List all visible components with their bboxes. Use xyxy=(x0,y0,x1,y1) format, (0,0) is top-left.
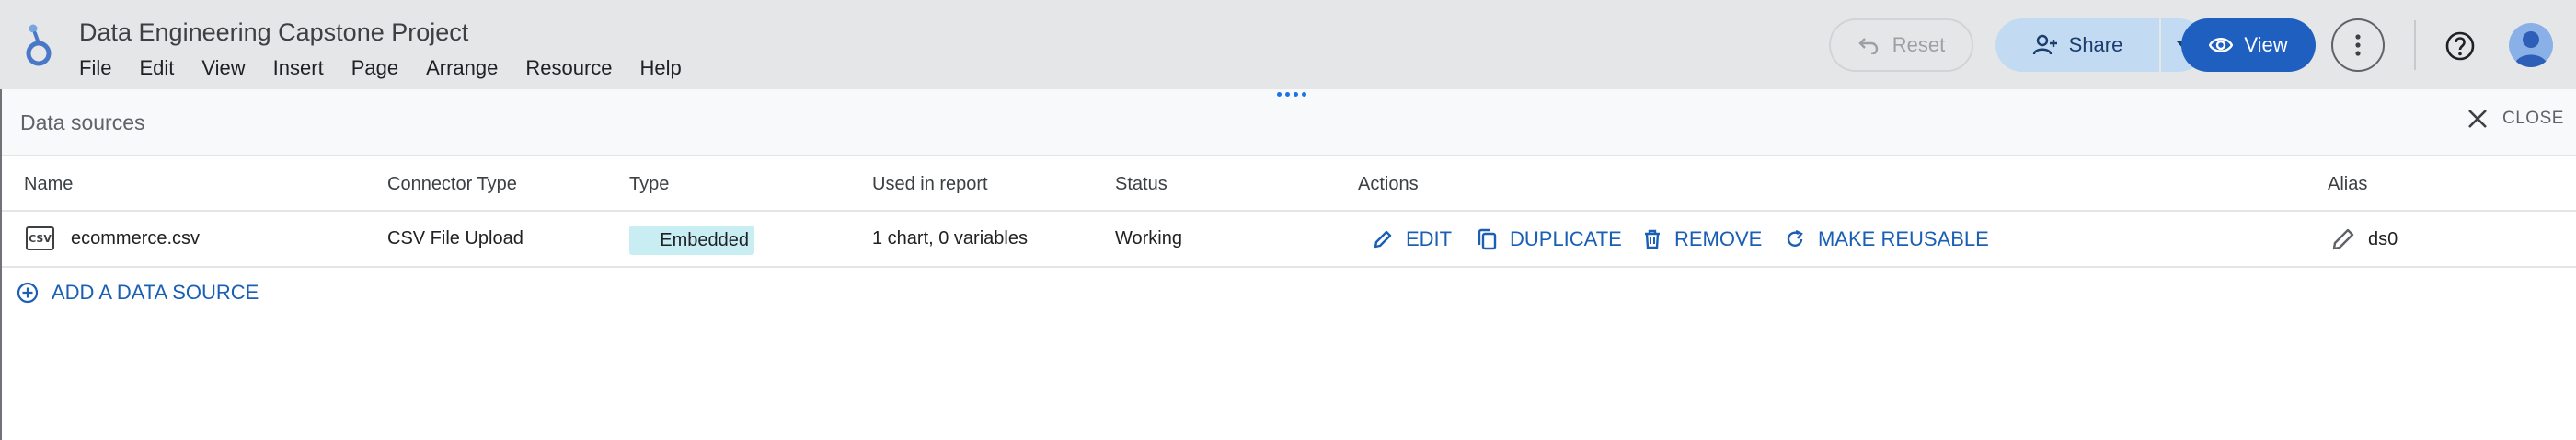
menu-view[interactable]: View xyxy=(201,56,259,80)
document-title[interactable]: Data Engineering Capstone Project xyxy=(79,18,468,47)
close-button[interactable]: CLOSE xyxy=(2467,109,2564,129)
table-row: CSV ecommerce.csv CSV File Upload Embedd… xyxy=(0,212,2576,268)
column-header-status[interactable]: Status xyxy=(1115,174,1167,195)
column-header-alias[interactable]: Alias xyxy=(2328,174,2367,195)
edit-label: EDIT xyxy=(1406,227,1453,250)
more-vert-icon xyxy=(2355,34,2361,56)
menu-page[interactable]: Page xyxy=(351,56,412,80)
help-button[interactable] xyxy=(2440,26,2480,66)
menu-file[interactable]: File xyxy=(79,56,125,80)
handle-dot xyxy=(1277,92,1282,97)
share-label: Share xyxy=(2068,33,2123,56)
add-circle-icon xyxy=(17,282,39,304)
column-header-name[interactable]: Name xyxy=(24,174,73,195)
pencil-icon xyxy=(1374,230,1392,249)
undo-icon xyxy=(1858,38,1878,54)
eye-icon xyxy=(2209,38,2234,52)
close-label: CLOSE xyxy=(2502,109,2564,128)
left-border xyxy=(0,89,2,440)
reset-label: Reset xyxy=(1892,33,1946,56)
add-data-source-button[interactable]: ADD A DATA SOURCE xyxy=(17,281,259,305)
connector-type: CSV File Upload xyxy=(387,228,523,249)
trash-icon xyxy=(1645,229,1660,249)
alias-value: ds0 xyxy=(2368,228,2398,249)
looker-studio-logo[interactable] xyxy=(20,20,57,68)
remove-label: REMOVE xyxy=(1674,227,1763,250)
top-bar: Data Engineering Capstone Project File E… xyxy=(0,0,2576,89)
handle-dot xyxy=(1302,92,1306,97)
duplicate-button[interactable]: DUPLICATE xyxy=(1477,227,1622,251)
menu-help[interactable]: Help xyxy=(640,56,696,80)
column-header-connector-type[interactable]: Connector Type xyxy=(387,174,517,195)
more-options-button[interactable] xyxy=(2331,18,2385,72)
type-badge: Embedded xyxy=(629,226,754,255)
reset-button[interactable]: Reset xyxy=(1829,18,1973,72)
column-header-type[interactable]: Type xyxy=(629,174,669,195)
duplicate-label: DUPLICATE xyxy=(1510,227,1622,250)
redo-icon xyxy=(1787,229,1803,247)
person-add-icon xyxy=(2032,34,2057,55)
data-source-name[interactable]: ecommerce.csv xyxy=(71,228,200,249)
toolbar-divider xyxy=(2414,20,2416,70)
menu-bar: File Edit View Insert Page Arrange Resou… xyxy=(79,56,709,80)
resize-handle[interactable] xyxy=(1277,92,1308,99)
copy-icon xyxy=(1478,228,1497,250)
handle-dot xyxy=(1294,92,1298,97)
make-reusable-label: MAKE REUSABLE xyxy=(1818,227,1989,250)
edit-button[interactable]: EDIT xyxy=(1373,227,1452,251)
column-header-actions: Actions xyxy=(1358,174,1419,194)
menu-resource[interactable]: Resource xyxy=(525,56,626,80)
menu-edit[interactable]: Edit xyxy=(139,56,188,80)
view-button[interactable]: View xyxy=(2181,18,2316,72)
status-text: Working xyxy=(1115,228,1182,249)
table-header: Name Connector Type Type Used in report … xyxy=(0,156,2576,212)
panel-title: Data sources xyxy=(20,110,145,134)
menu-insert[interactable]: Insert xyxy=(273,56,338,80)
close-icon xyxy=(2468,110,2487,128)
used-in-report: 1 chart, 0 variables xyxy=(872,228,1028,249)
pencil-icon xyxy=(2332,228,2354,250)
share-button[interactable]: Share xyxy=(1995,18,2159,72)
remove-button[interactable]: REMOVE xyxy=(1643,227,1762,251)
handle-dot xyxy=(1285,92,1290,97)
view-label: View xyxy=(2244,33,2288,56)
menu-arrange[interactable]: Arrange xyxy=(426,56,512,80)
user-avatar-icon xyxy=(2514,31,2547,67)
make-reusable-button[interactable]: MAKE REUSABLE xyxy=(1785,227,1989,251)
alias-edit[interactable]: ds0 xyxy=(2331,227,2398,251)
csv-file-icon: CSV xyxy=(26,226,54,250)
column-header-used-in-report[interactable]: Used in report xyxy=(872,174,988,195)
help-icon xyxy=(2445,31,2475,61)
avatar[interactable] xyxy=(2509,23,2553,67)
add-data-source-label: ADD A DATA SOURCE xyxy=(52,281,259,304)
